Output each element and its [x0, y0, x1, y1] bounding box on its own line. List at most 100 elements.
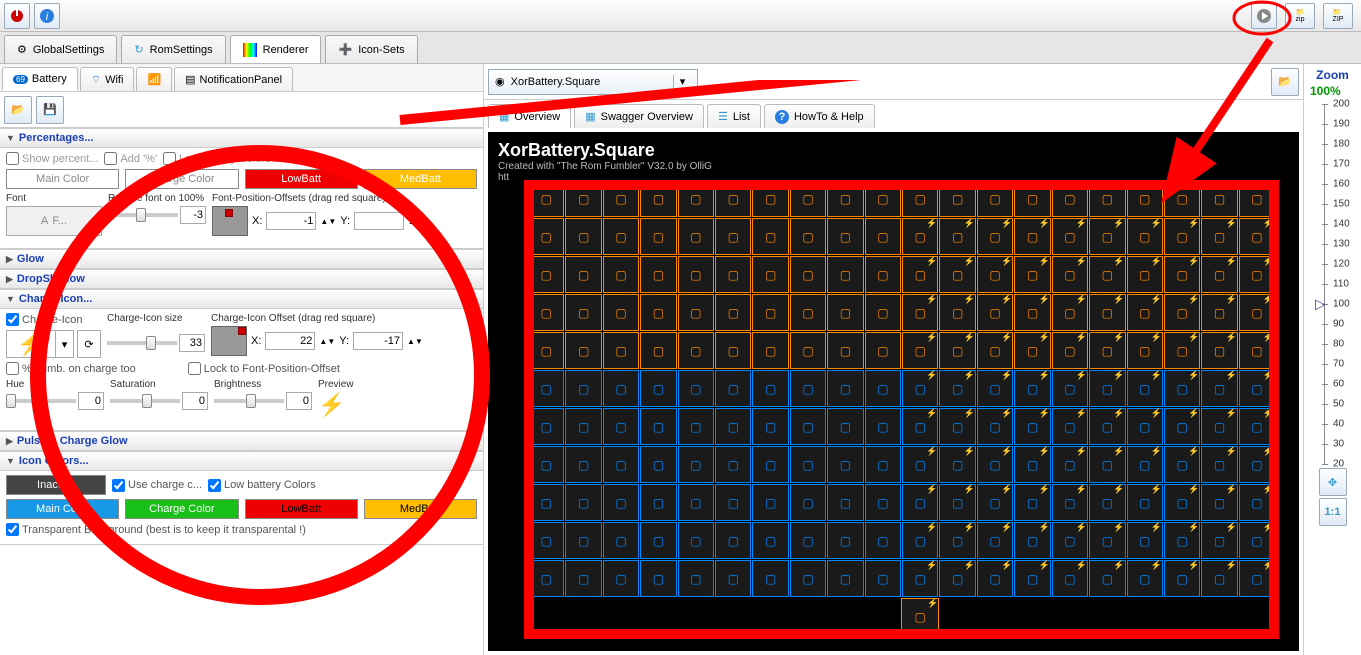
zoom-fit-button[interactable]: ✥	[1319, 468, 1347, 496]
icon-cell[interactable]: ▢⚡	[902, 294, 938, 331]
icon-cell[interactable]: ▢⚡	[1127, 256, 1163, 293]
icon-cell[interactable]: ▢	[715, 484, 751, 521]
btn-main-color2[interactable]: Main Color	[6, 499, 119, 519]
icon-cell[interactable]: ▢⚡	[902, 370, 938, 407]
icon-cell[interactable]: ▢	[528, 408, 564, 445]
icon-cell[interactable]: ▢⚡	[939, 522, 975, 559]
icon-cell[interactable]: ▢⚡	[977, 560, 1013, 597]
charge-y-input[interactable]	[353, 332, 403, 350]
charge-icon-dropdown[interactable]: ▾	[56, 330, 74, 358]
chk-use-charge[interactable]: Use charge c...	[112, 479, 202, 492]
icon-cell[interactable]: ▢	[640, 218, 676, 255]
icon-cell[interactable]: ▢⚡	[1127, 522, 1163, 559]
icon-cell[interactable]: ▢	[603, 180, 639, 217]
icon-cell[interactable]: ▢⚡	[977, 332, 1013, 369]
icon-cell[interactable]: ▢	[603, 294, 639, 331]
icon-cell[interactable]: ▢⚡	[1014, 256, 1050, 293]
tab-renderer[interactable]: Renderer	[230, 35, 322, 63]
icon-cell[interactable]: ▢	[865, 446, 901, 483]
icon-cell[interactable]: ▢⚡	[1014, 446, 1050, 483]
icon-cell[interactable]: ▢	[715, 446, 751, 483]
rtab-overview[interactable]: ▦Overview	[488, 104, 571, 128]
section-pulsing[interactable]: ▶Pulsing Charge Glow	[0, 431, 483, 451]
icon-cell[interactable]: ▢	[827, 370, 863, 407]
icon-cell[interactable]: ▢	[603, 484, 639, 521]
icon-cell[interactable]: ▢⚡	[1052, 408, 1088, 445]
bri-input[interactable]	[286, 392, 312, 410]
icon-cell[interactable]: ▢	[640, 522, 676, 559]
chk-transparent-bg[interactable]: Transparent Background (best is to keep …	[6, 523, 477, 536]
icon-cell[interactable]: ▢⚡	[1127, 446, 1163, 483]
icon-cell[interactable]: ▢⚡	[1014, 560, 1050, 597]
icon-cell[interactable]: ▢	[827, 446, 863, 483]
icon-cell[interactable]: ▢	[865, 370, 901, 407]
font-y-input[interactable]	[354, 212, 404, 230]
subtab-battery[interactable]: 69Battery	[2, 67, 78, 91]
chk-add-pct[interactable]: Add '%'	[104, 152, 157, 165]
icon-cell[interactable]: ▢	[528, 180, 564, 217]
icon-cell[interactable]: ▢	[827, 180, 863, 217]
icon-cell[interactable]: ▢	[827, 294, 863, 331]
icon-cell[interactable]: ▢⚡	[977, 370, 1013, 407]
btn-lowbatt[interactable]: LowBatt	[245, 169, 358, 189]
zoom-11-button[interactable]: 1:1	[1319, 498, 1347, 526]
icon-cell[interactable]: ▢⚡	[1164, 560, 1200, 597]
icon-cell[interactable]: ▢⚡	[939, 294, 975, 331]
icon-cell[interactable]: ▢⚡	[977, 256, 1013, 293]
icon-cell[interactable]: ▢⚡	[1239, 484, 1275, 521]
icon-cell[interactable]: ▢⚡	[1052, 370, 1088, 407]
icon-cell[interactable]: ▢⚡	[1089, 294, 1125, 331]
size-input[interactable]	[179, 334, 205, 352]
btn-charge-color2[interactable]: Charge Color	[125, 499, 238, 519]
power-button[interactable]	[4, 3, 30, 29]
icon-cell[interactable]: ▢	[678, 332, 714, 369]
icon-cell[interactable]: ▢	[790, 180, 826, 217]
icon-cell[interactable]: ▢⚡	[939, 446, 975, 483]
chk-lock-offset[interactable]: Lock to Font-Position-Offset	[188, 362, 340, 375]
icon-cell[interactable]: ▢⚡	[1201, 408, 1237, 445]
icon-cell[interactable]: ▢⚡	[1014, 408, 1050, 445]
icon-cell[interactable]: ▢	[565, 370, 601, 407]
icon-cell[interactable]: ▢	[827, 332, 863, 369]
hue-slider[interactable]	[6, 399, 76, 403]
subtab-wifi[interactable]: ⌔Wifi	[80, 67, 135, 91]
icon-cell[interactable]: ▢	[528, 484, 564, 521]
icon-cell[interactable]: ▢	[640, 294, 676, 331]
section-chargeicon[interactable]: ▼Charge-Icon...	[0, 289, 483, 309]
icon-cell[interactable]: ▢⚡	[1052, 218, 1088, 255]
icon-cell[interactable]: ▢	[603, 560, 639, 597]
icon-cell[interactable]: ▢	[865, 332, 901, 369]
icon-cell[interactable]: ▢	[640, 446, 676, 483]
save-button[interactable]: 💾	[36, 96, 64, 124]
icon-cell[interactable]: ▢	[528, 294, 564, 331]
icon-cell[interactable]: ▢⚡	[977, 522, 1013, 559]
icon-cell[interactable]: ▢⚡	[1201, 370, 1237, 407]
icon-cell[interactable]: ▢	[790, 256, 826, 293]
icon-cell[interactable]: ▢	[790, 294, 826, 331]
open-preview-button[interactable]: 📂	[1271, 68, 1299, 96]
icon-cell[interactable]: ▢	[565, 446, 601, 483]
icon-cell[interactable]: ▢	[528, 256, 564, 293]
icon-cell[interactable]: ▢⚡	[902, 484, 938, 521]
icon-cell[interactable]: ▢⚡	[1127, 218, 1163, 255]
icon-cell[interactable]: ▢⚡	[1089, 256, 1125, 293]
icon-cell[interactable]: ▢⚡	[1014, 180, 1050, 217]
btn-charge-color[interactable]: Charge Color	[125, 169, 238, 189]
icon-cell[interactable]: ▢	[790, 560, 826, 597]
icon-cell[interactable]: ▢⚡	[939, 332, 975, 369]
btn-inactive[interactable]: Inactive	[6, 475, 106, 495]
size-slider[interactable]	[107, 341, 177, 345]
icon-cell[interactable]: ▢⚡	[1164, 332, 1200, 369]
icon-cell[interactable]: ▢⚡	[1052, 180, 1088, 217]
icon-cell[interactable]: ▢	[865, 256, 901, 293]
icon-cell[interactable]: ▢	[715, 294, 751, 331]
icon-cell[interactable]: ▢	[528, 522, 564, 559]
icon-cell[interactable]: ▢	[640, 560, 676, 597]
icon-cell[interactable]: ▢⚡	[939, 560, 975, 597]
icon-cell[interactable]: ▢	[715, 332, 751, 369]
icon-cell[interactable]: ▢	[827, 484, 863, 521]
chk-low-batt-colors2[interactable]: Low battery Colors	[208, 479, 316, 492]
icon-cell[interactable]: ▢⚡	[977, 218, 1013, 255]
icon-cell[interactable]: ▢⚡	[1201, 446, 1237, 483]
icon-cell[interactable]: ▢⚡	[1239, 408, 1275, 445]
